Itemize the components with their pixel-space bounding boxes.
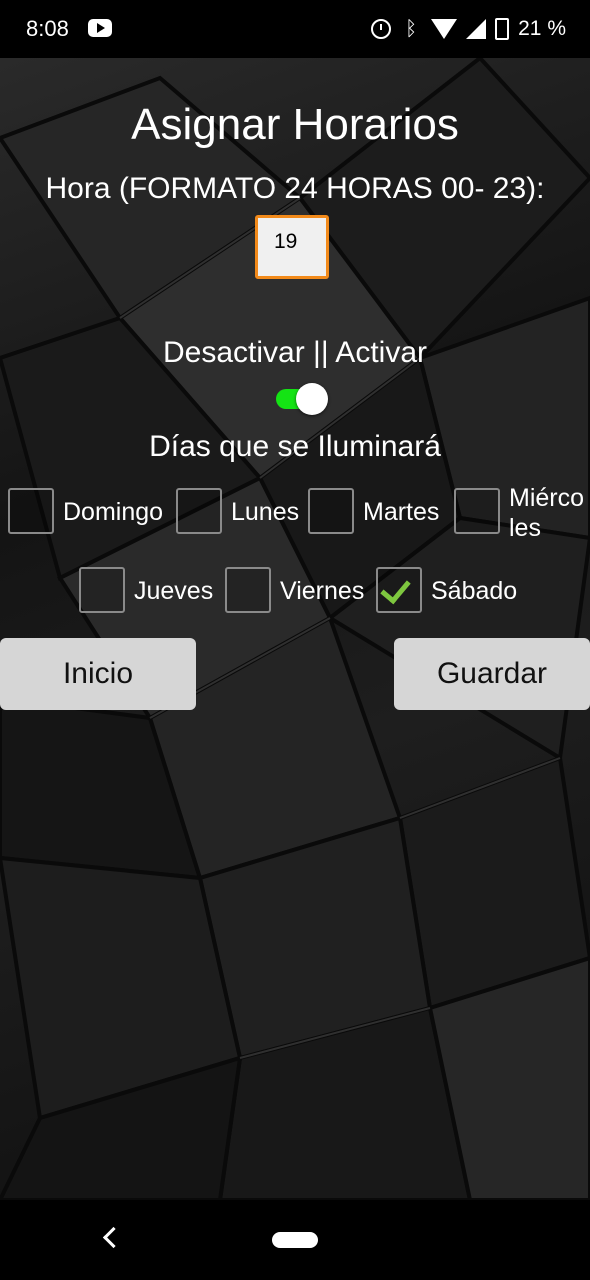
checkbox-label-lunes: Lunes: [231, 498, 300, 526]
days-label: Días que se Iluminará: [149, 430, 441, 463]
checkbox-viernes[interactable]: [225, 567, 271, 613]
checkbox-label-miercoles-line2: les: [509, 514, 541, 542]
toggle-thumb: [296, 383, 328, 415]
battery-icon: [495, 18, 510, 40]
checkbox-lunes[interactable]: [176, 488, 222, 534]
bluetooth-icon: ᛒ: [405, 18, 418, 40]
activate-toggle[interactable]: [274, 382, 330, 416]
status-bar: 8:08 ᛒ 21 %: [0, 0, 590, 58]
toggle-label: Desactivar || Activar: [163, 336, 427, 369]
checkbox-label-domingo: Domingo: [63, 498, 164, 526]
wifi-icon: [431, 19, 458, 39]
checkbox-martes[interactable]: [308, 488, 354, 534]
navigation-bar: [0, 1200, 590, 1280]
signal-icon: [466, 19, 487, 39]
battery-percentage: 21 %: [518, 17, 566, 40]
hour-label: Hora (FORMATO 24 HORAS 00- 23):: [45, 172, 545, 205]
checkbox-label-viernes: Viernes: [280, 577, 365, 605]
checkbox-domingo[interactable]: [8, 488, 54, 534]
inicio-button[interactable]: Inicio: [0, 638, 196, 710]
checkbox-label-miercoles-line1: Miérco: [509, 484, 585, 512]
guardar-button[interactable]: Guardar: [394, 638, 590, 710]
checkbox-label-miercoles: Miérco les: [509, 483, 584, 543]
home-pill-icon[interactable]: [272, 1232, 318, 1248]
checkbox-sabado[interactable]: [376, 567, 422, 613]
alarm-icon: [371, 19, 392, 39]
youtube-icon: [88, 19, 112, 37]
status-time: 8:08: [26, 16, 69, 41]
back-icon[interactable]: [102, 1226, 125, 1249]
page-title: Asignar Horarios: [131, 100, 459, 149]
app-screen: 8:08 ᛒ 21 % Asignar Horarios Hora (FORMA…: [0, 0, 590, 1280]
checkbox-label-martes: Martes: [363, 498, 440, 526]
checkbox-label-jueves: Jueves: [134, 577, 214, 605]
checkbox-miercoles[interactable]: [454, 488, 500, 534]
checkbox-jueves[interactable]: [79, 567, 125, 613]
checkbox-label-sabado: Sábado: [431, 577, 518, 605]
hour-input[interactable]: 19: [255, 215, 329, 279]
status-icons: ᛒ 21 %: [371, 14, 566, 44]
check-icon: [380, 572, 411, 605]
